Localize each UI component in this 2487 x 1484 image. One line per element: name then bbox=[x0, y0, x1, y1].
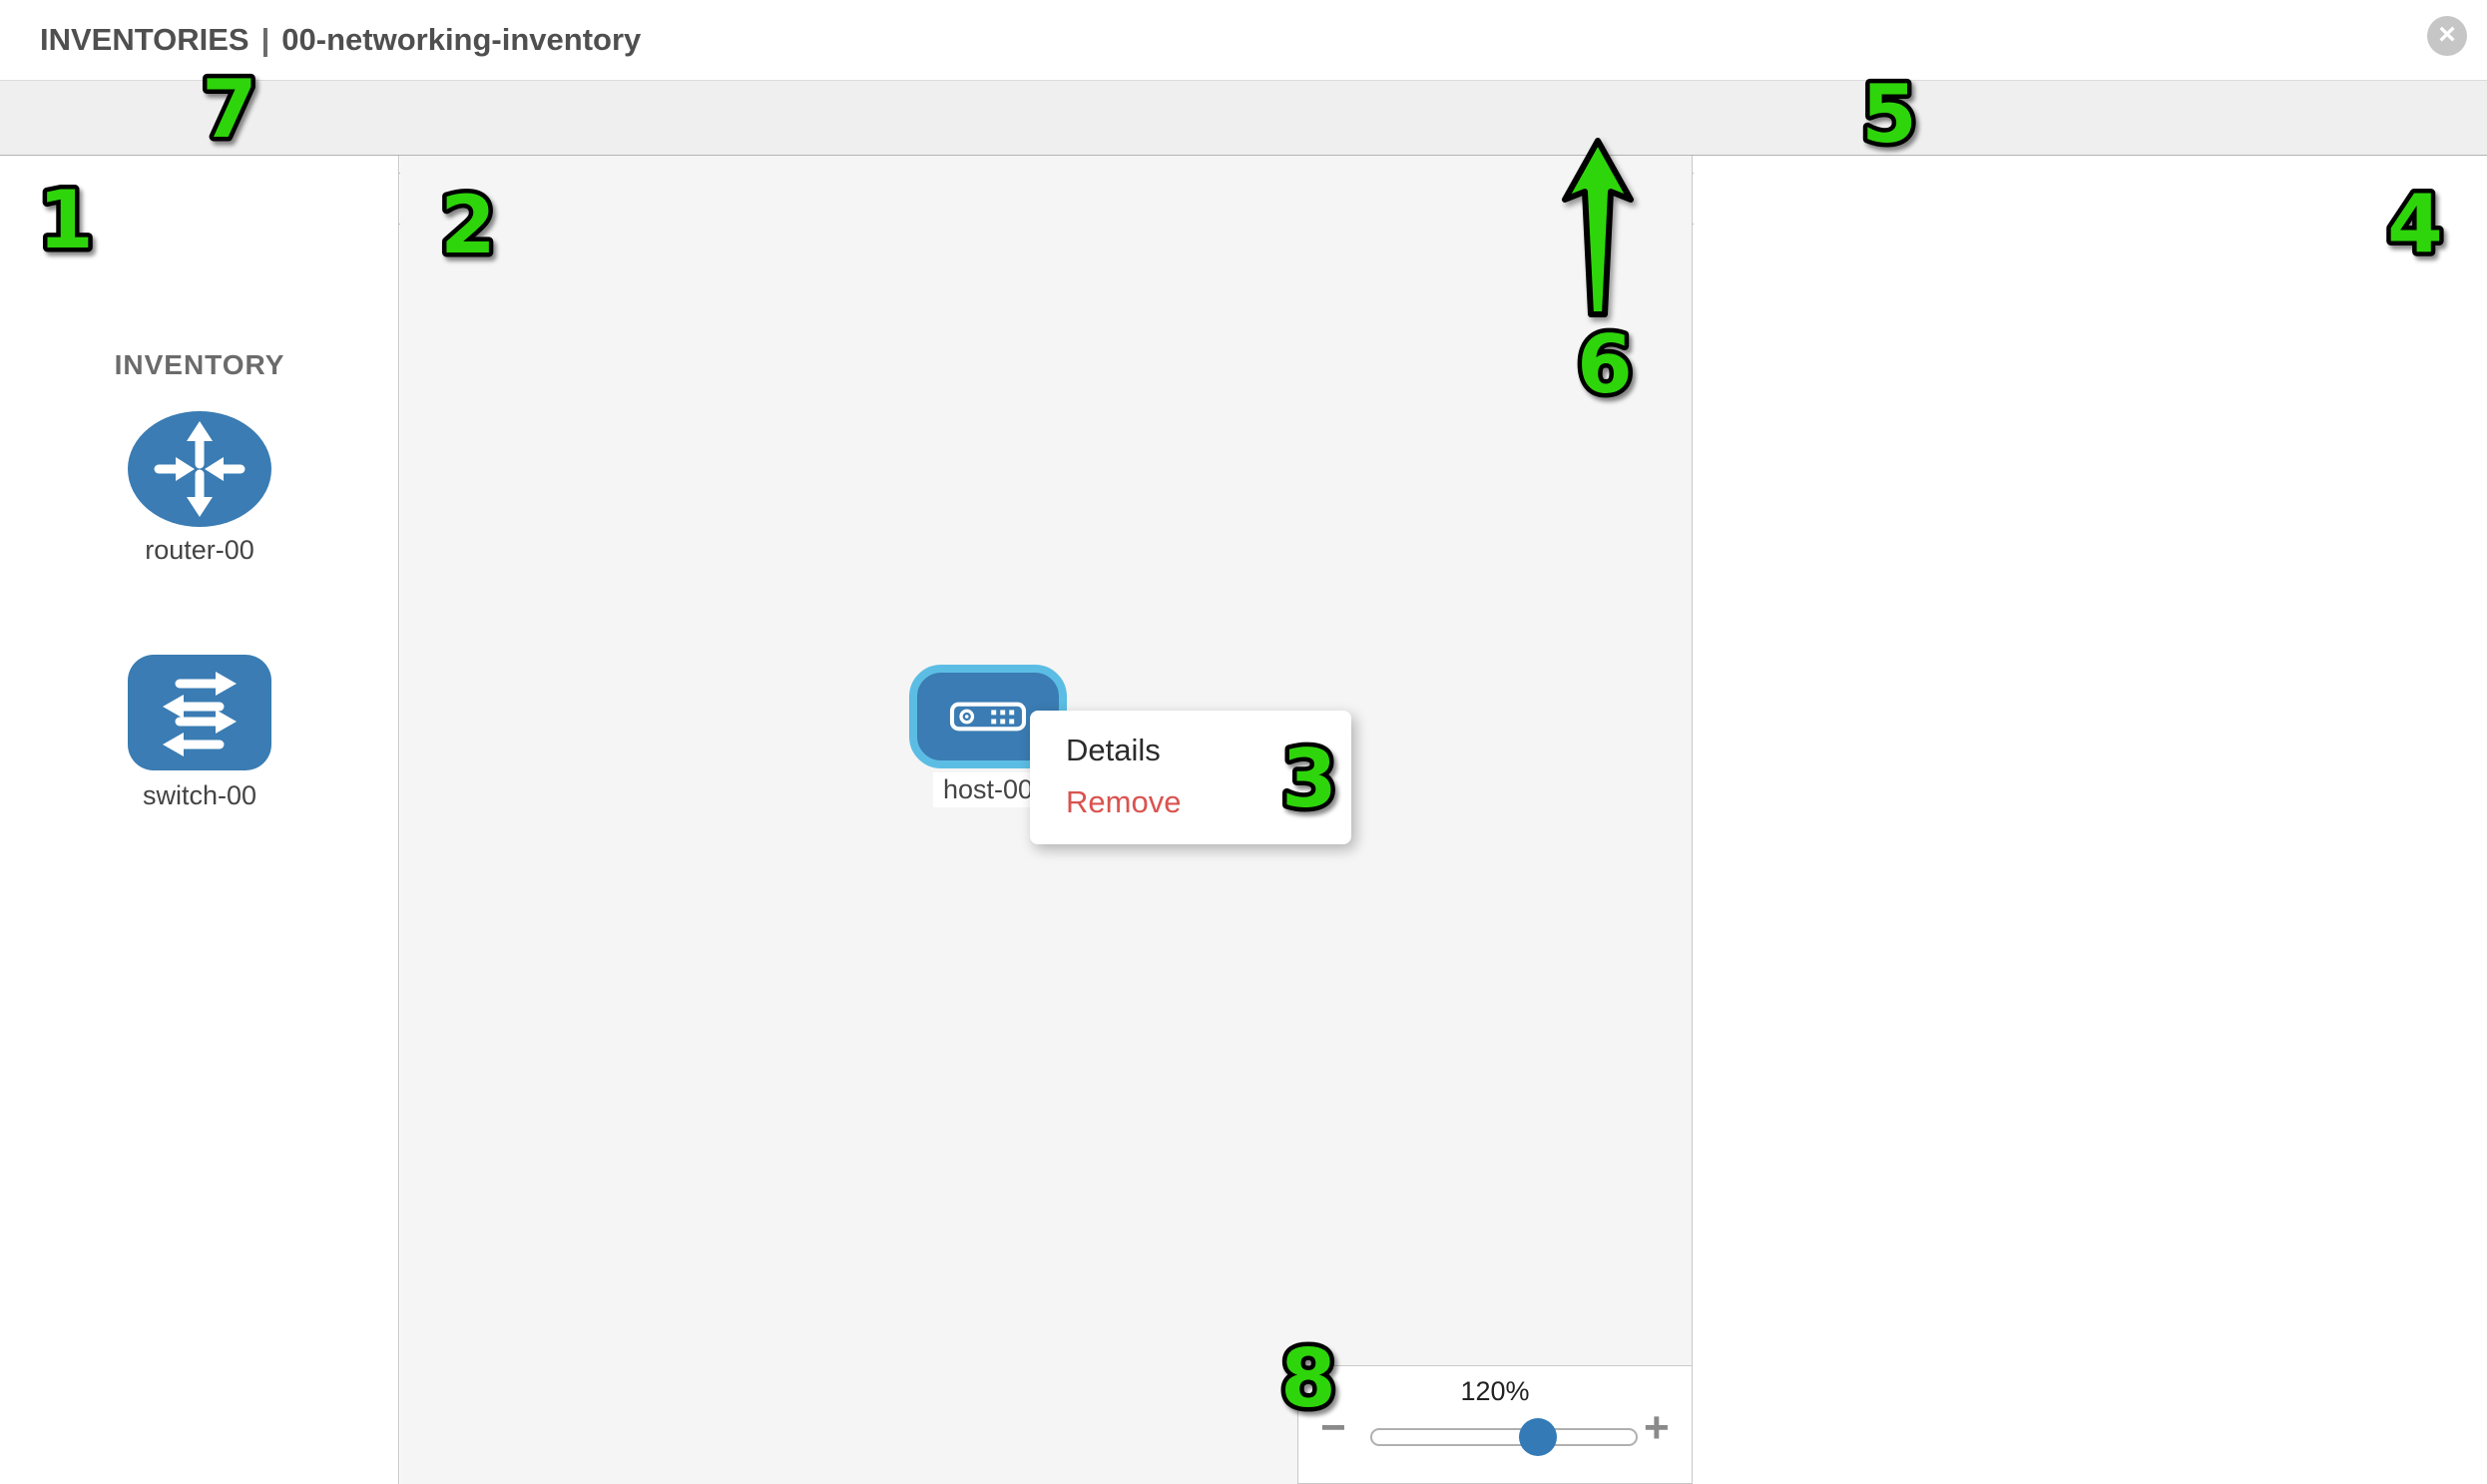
host-icon bbox=[945, 699, 1031, 735]
annotation-4: 4 bbox=[2367, 168, 2463, 271]
svg-text:6: 6 bbox=[1577, 318, 1633, 411]
svg-text:5: 5 bbox=[1861, 68, 1917, 161]
switch-icon[interactable] bbox=[125, 651, 274, 774]
host-node-label: host-00 bbox=[933, 772, 1043, 807]
palette-item-router-label[interactable]: router-00 bbox=[0, 535, 399, 566]
annotation-6: 6 bbox=[1557, 308, 1653, 412]
annotation-8: 8 bbox=[1260, 1322, 1356, 1426]
breadcrumb-section: INVENTORIES bbox=[40, 22, 249, 57]
inventory-palette: INVENTORY router-00 bbox=[0, 156, 399, 1484]
svg-text:4: 4 bbox=[2387, 178, 2443, 270]
palette-title: INVENTORY bbox=[0, 349, 399, 381]
header-bar: INVENTORIES | 00-networking-inventory × bbox=[0, 0, 2487, 80]
zoom-control: 120% − + bbox=[1297, 1365, 1693, 1484]
svg-text:7: 7 bbox=[202, 63, 257, 156]
annotation-1: 1 bbox=[18, 164, 114, 267]
palette-item-switch-label[interactable]: switch-00 bbox=[0, 780, 399, 811]
breadcrumb-title: 00-networking-inventory bbox=[281, 22, 641, 57]
zoom-slider-track[interactable] bbox=[1370, 1428, 1638, 1446]
annotation-2: 2 bbox=[420, 169, 516, 272]
details-panel: DETAILS * HOST NAME ? DESCRIPTION VARIAB… bbox=[1694, 156, 2487, 1484]
close-icon[interactable]: × bbox=[2427, 16, 2467, 56]
annotation-5: 5 bbox=[1841, 58, 1937, 162]
zoom-in-icon[interactable]: + bbox=[1644, 1406, 1670, 1450]
svg-text:8: 8 bbox=[1280, 1332, 1336, 1425]
annotation-3: 3 bbox=[1261, 723, 1357, 826]
toolbar: ACTIONS SEARCH bbox=[0, 80, 2487, 156]
svg-text:2: 2 bbox=[440, 179, 496, 271]
zoom-slider-thumb[interactable] bbox=[1519, 1418, 1557, 1456]
annotation-arrow-up-icon bbox=[1559, 138, 1637, 317]
page-title: INVENTORIES | 00-networking-inventory bbox=[40, 22, 641, 58]
annotation-7: 7 bbox=[182, 53, 277, 157]
svg-text:1: 1 bbox=[38, 174, 94, 266]
zoom-level-value: 120% bbox=[1298, 1376, 1692, 1407]
svg-text:3: 3 bbox=[1281, 733, 1337, 825]
inventory-topology-window: INVENTORIES | 00-networking-inventory × AC… bbox=[0, 0, 2487, 1484]
breadcrumb-separator: | bbox=[261, 22, 270, 57]
router-icon[interactable] bbox=[125, 407, 274, 531]
